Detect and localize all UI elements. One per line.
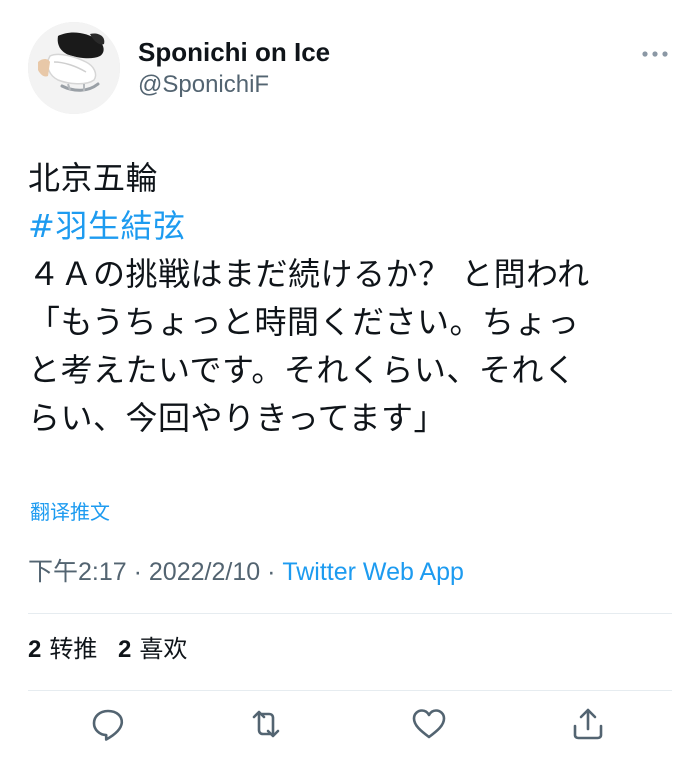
author-names: Sponichi on Ice @SponichiF — [138, 36, 330, 100]
tweet-text: 北京五輪 #羽生結弦 ４Ａの挑戦はまだ続けるか？ と問われ 「もうちょっと時間く… — [28, 154, 678, 442]
translate-tweet-link[interactable]: 翻译推文 — [30, 498, 110, 526]
source-app-link[interactable]: Twitter Web App — [282, 558, 464, 586]
avatar[interactable] — [28, 22, 120, 114]
tweet-text-line: ４Ａの挑戦はまだ続けるか？ と問われ — [28, 255, 590, 293]
like-icon[interactable] — [409, 704, 449, 744]
author-display-name[interactable]: Sponichi on Ice — [138, 36, 330, 68]
retweet-count: 2 — [28, 636, 42, 663]
more-horizontal-icon[interactable] — [640, 44, 670, 64]
meta-separator: · — [133, 558, 142, 586]
like-count-stat[interactable]: 2 喜欢 — [118, 636, 187, 663]
action-bar — [0, 700, 700, 750]
meta-separator: · — [267, 558, 276, 586]
retweet-label: 转推 — [49, 636, 98, 663]
divider — [28, 613, 672, 614]
tweet-text-line: 北京五輪 — [28, 159, 159, 197]
tweet-header: Sponichi on Ice @SponichiF — [28, 22, 672, 114]
tweet-meta: 下午2:17 · 2022/2/10 · Twitter Web App — [28, 556, 464, 588]
retweet-icon[interactable] — [246, 704, 286, 744]
share-icon[interactable] — [568, 704, 608, 744]
retweet-count-stat[interactable]: 2 转推 — [28, 636, 97, 663]
tweet-date: 2022/2/10 — [148, 558, 261, 586]
tweet-text-line: らい、今回やりきってます」 — [28, 399, 447, 437]
like-label: 喜欢 — [139, 636, 188, 663]
author-handle[interactable]: @SponichiF — [138, 70, 330, 100]
tweet-text-line: 「もうちょっと時間ください。ちょっ — [28, 303, 580, 341]
tweet-time: 下午2:17 — [28, 558, 127, 586]
divider — [28, 690, 672, 691]
tweet-stats: 2 转推 2 喜欢 — [28, 634, 201, 666]
ice-skate-icon — [28, 22, 120, 114]
reply-icon[interactable] — [88, 704, 128, 744]
hashtag-link[interactable]: #羽生結弦 — [28, 202, 678, 250]
tweet-text-line: と考えたいです。それくらい、それく — [28, 351, 577, 389]
like-count: 2 — [118, 636, 132, 663]
